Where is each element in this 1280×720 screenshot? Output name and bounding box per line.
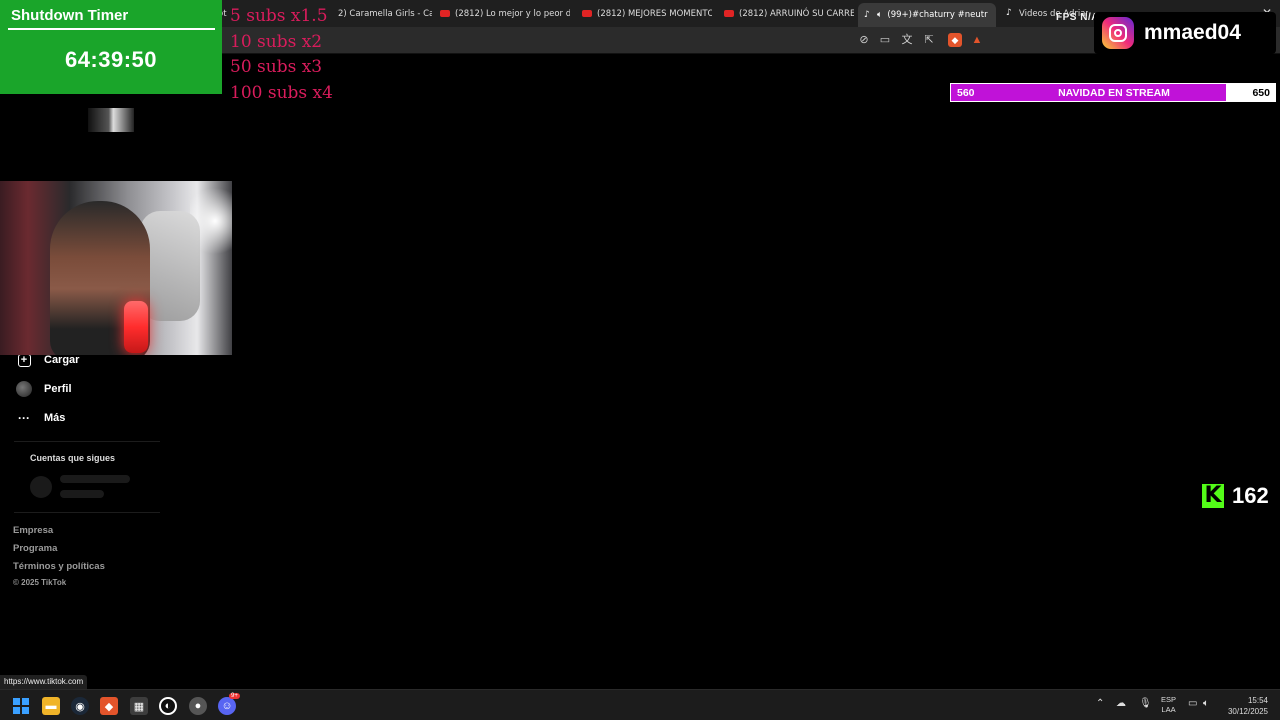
no-image-icon[interactable]: ⊘ xyxy=(857,33,871,47)
profile-avatar-icon xyxy=(16,381,32,397)
sidebar-item-more[interactable]: ··· Más xyxy=(16,410,65,426)
subs-multiplier-item: 5 subs x1.5 xyxy=(230,6,328,26)
fps-readout: FPS N/A xyxy=(1056,12,1099,23)
brave-shields-icon[interactable]: ◆ xyxy=(948,33,962,47)
subs-multiplier-item: 50 subs x3 xyxy=(230,57,323,77)
system-clock[interactable]: 15:54 30/12/2025 xyxy=(1226,695,1268,717)
footer-link-empresa[interactable]: Empresa xyxy=(13,525,53,536)
webcam-feed xyxy=(0,181,232,355)
discord-badge: 9+ xyxy=(229,693,240,699)
tab-label: (99+)#chaturry #neutr xyxy=(887,10,988,20)
calculator-icon[interactable]: ▦ xyxy=(130,697,148,715)
sidebar-item-label: Cargar xyxy=(44,354,80,366)
tab-label: 2) Caramella Girls - Ca xyxy=(338,8,432,19)
instagram-handle: mmaed04 xyxy=(1144,21,1241,44)
discord-icon[interactable]: ☺ xyxy=(218,697,236,715)
sidebar-item-label: Más xyxy=(44,412,66,424)
obs-icon[interactable]: ◐ xyxy=(159,697,177,715)
tiktok-icon: ♪ xyxy=(864,9,870,20)
tab-label: (2812) ARRUINÓ SU CARRERA xyxy=(739,8,854,19)
copyright: © 2025 TikTok xyxy=(13,578,67,587)
footer-link-terms[interactable]: Términos y políticas xyxy=(13,561,105,572)
tab-label: (2812) Lo mejor y lo peor de 2( xyxy=(455,8,570,19)
timer-value: 64:39:50 xyxy=(64,47,158,72)
goal-start-value: 560 xyxy=(957,87,975,99)
share-icon[interactable]: ⇱ xyxy=(922,33,936,47)
file-explorer-icon[interactable]: ▬ xyxy=(42,697,60,715)
webcam-microphone xyxy=(124,301,148,353)
following-accounts-title: Cuentas que sigues xyxy=(30,453,116,463)
brave-rewards-icon[interactable]: ▲ xyxy=(970,33,984,47)
youtube-icon xyxy=(440,10,450,17)
kick-count: 162 xyxy=(1232,483,1269,508)
translate-icon[interactable]: 文 xyxy=(900,33,914,47)
browser-tab-active[interactable]: ♪ 🔈︎ (99+)#chaturry #neutr ✕ xyxy=(858,3,996,27)
lang-top: ESP xyxy=(1161,695,1177,704)
network-icon[interactable]: ▭ xyxy=(1188,698,1197,709)
onedrive-cloud-icon[interactable]: ☁ xyxy=(1116,698,1126,709)
youtube-icon xyxy=(582,10,592,17)
tray-chevron-up-icon[interactable]: ⌃ xyxy=(1096,698,1104,709)
browser-tab[interactable]: 2) Caramella Girls - Ca xyxy=(332,4,432,23)
sidebar-item-profile[interactable]: Perfil xyxy=(16,381,72,397)
small-thumbnail-image xyxy=(88,108,134,132)
goal-label: NAVIDAD EN STREAM xyxy=(1058,87,1170,99)
brave-icon[interactable]: ◆ xyxy=(100,697,118,715)
microphone-icon[interactable]: 🎙︎ xyxy=(1139,698,1152,709)
clock-time: 15:54 xyxy=(1247,696,1268,705)
loading-text-placeholder xyxy=(60,490,104,498)
windows-start-icon[interactable] xyxy=(12,697,30,715)
more-dots-icon: ··· xyxy=(18,411,30,425)
footer-link-programa[interactable]: Programa xyxy=(13,543,57,554)
sidebar-item-label: Perfil xyxy=(44,383,72,395)
kick-icon: K xyxy=(1202,484,1224,508)
subs-multiplier-item: 10 subs x2 xyxy=(230,31,323,52)
instagram-icon xyxy=(1102,17,1134,49)
youtube-icon xyxy=(724,10,734,17)
goal-progress-bar: NAVIDAD EN STREAM 560 650 xyxy=(950,83,1276,102)
timer-title: Shutdown Timer xyxy=(11,7,129,24)
sidebar-divider xyxy=(14,512,160,513)
browser-tab[interactable]: (2812) ARRUINÓ SU CARRERA xyxy=(718,4,854,23)
shutdown-timer-widget: Shutdown Timer 64:39:50 xyxy=(0,0,222,94)
loading-text-placeholder xyxy=(60,475,130,483)
goal-end-value: 650 xyxy=(1252,87,1270,99)
link-status-url: https://www.tiktok.com xyxy=(0,675,88,689)
lang-bottom: LAA xyxy=(1161,705,1176,714)
subs-multiplier-list: 5 subs x1.5 10 subs x2 50 subs x3 100 su… xyxy=(230,4,333,106)
input-language[interactable]: ESP LAA xyxy=(1161,695,1176,715)
cast-icon[interactable]: ▭ xyxy=(878,33,892,47)
subs-multiplier-item: 100 subs x4 xyxy=(230,82,333,103)
browser-tab[interactable]: (2812) MEJORES MOMENTOS I xyxy=(576,4,712,23)
chrome-icon[interactable]: ● xyxy=(189,697,207,715)
speaker-icon: 🔈︎ xyxy=(877,10,883,20)
tiktok-icon: ♪ xyxy=(1006,8,1012,18)
instagram-badge: mmaed04 xyxy=(1094,12,1276,54)
clock-date: 30/12/2025 xyxy=(1227,707,1268,716)
tab-label: (2812) MEJORES MOMENTOS I xyxy=(597,8,712,19)
steam-icon[interactable]: ◉ xyxy=(71,697,89,715)
kick-viewer-counter: K 162 xyxy=(1202,483,1269,509)
volume-icon[interactable]: 🔈︎ xyxy=(1203,698,1209,709)
loading-avatar-placeholder xyxy=(30,476,52,498)
browser-tab[interactable]: (2812) Lo mejor y lo peor de 2( xyxy=(434,4,570,23)
windows-taskbar: ▬ ◉ ◆ ▦ ◐ ● ☺ 9+ ⌃ ☁ 🎙︎ ESP LAA ▭ 🔈︎ 15:… xyxy=(0,689,1280,720)
fps-label: FPS xyxy=(1056,12,1077,23)
sidebar-divider xyxy=(14,441,160,442)
timer-divider xyxy=(8,28,215,30)
